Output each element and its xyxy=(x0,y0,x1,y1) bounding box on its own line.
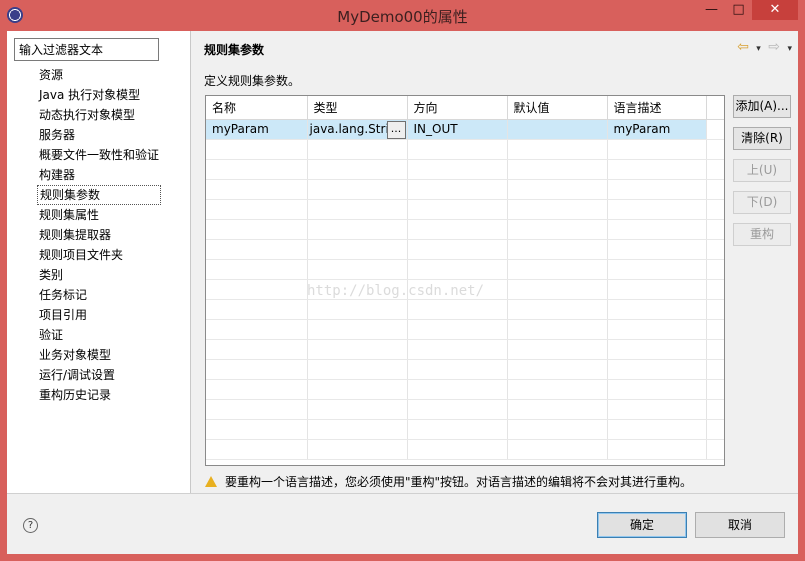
page-header: 规则集参数 ⇦ ▾ ⇨ ▾ xyxy=(192,31,798,65)
window-title: MyDemo00的属性 xyxy=(337,8,468,26)
filter-input[interactable]: 输入过滤器文本 xyxy=(14,38,159,61)
page-title: 规则集参数 xyxy=(204,43,265,57)
cell-type-text: java.lang.Strir xyxy=(309,122,394,136)
back-arrow-icon[interactable]: ⇦ xyxy=(737,39,749,55)
title-bar: MyDemo00的属性 — □ ✕ xyxy=(0,0,805,31)
cell-name[interactable]: myParam xyxy=(206,119,308,140)
page-navigation: ⇦ ▾ ⇨ ▾ xyxy=(734,39,792,55)
table-row-empty xyxy=(206,259,724,280)
sidebar-list: 资源 Java 执行对象模型 动态执行对象模型 服务器 概要文件一致性和验证 构… xyxy=(37,65,162,405)
sidebar-item-ruleset-properties[interactable]: 规则集属性 xyxy=(37,205,161,225)
table-row-empty xyxy=(206,239,724,260)
cell-type[interactable]: java.lang.Strir ... xyxy=(307,119,408,140)
help-icon[interactable]: ? xyxy=(23,518,38,533)
table-row-empty xyxy=(206,339,724,360)
table-row-empty xyxy=(206,139,724,160)
warning-text: 要重构一个语言描述，您必须使用"重构"按钮。对语言描述的编辑将不会对其进行重构。 xyxy=(225,475,693,489)
table-row[interactable]: myParam java.lang.Strir ... IN_OUT myPar… xyxy=(206,119,724,140)
page-description: 定义规则集参数。 xyxy=(204,74,301,88)
column-header-verbalization[interactable]: 语言描述 xyxy=(607,96,707,120)
browse-type-button[interactable]: ... xyxy=(386,120,406,138)
back-dropdown-icon[interactable]: ▾ xyxy=(756,44,761,54)
table-row-empty xyxy=(206,219,724,240)
table-row-empty xyxy=(206,419,724,440)
sidebar-item-resource[interactable]: 资源 xyxy=(37,65,161,85)
sidebar-item-server[interactable]: 服务器 xyxy=(37,125,161,145)
sidebar-item-java-xom[interactable]: Java 执行对象模型 xyxy=(37,85,161,105)
sidebar-item-categories[interactable]: 类别 xyxy=(37,265,161,285)
table-row-empty xyxy=(206,439,724,460)
forward-arrow-icon[interactable]: ⇨ xyxy=(768,39,780,55)
table-actions: 添加(A)... 清除(R) 上(U) 下(D) 重构 xyxy=(733,95,791,255)
table-row-empty xyxy=(206,359,724,380)
table-row-empty xyxy=(206,399,724,420)
sidebar-item-rule-project-folders[interactable]: 规则项目文件夹 xyxy=(37,245,161,265)
watermark: http://blog.csdn.net/ xyxy=(307,283,485,299)
cell-filler xyxy=(706,119,724,140)
table-row-empty xyxy=(206,299,724,320)
down-button[interactable]: 下(D) xyxy=(733,191,791,214)
sidebar-item-ruleset-extractors[interactable]: 规则集提取器 xyxy=(37,225,161,245)
add-button[interactable]: 添加(A)... xyxy=(733,95,791,118)
remove-button[interactable]: 清除(R) xyxy=(733,127,791,150)
dialog-footer: ? 确定 取消 xyxy=(7,493,798,554)
sidebar-item-builders[interactable]: 构建器 xyxy=(37,165,161,185)
cell-direction[interactable]: IN_OUT xyxy=(407,119,508,140)
properties-page: 规则集参数 ⇦ ▾ ⇨ ▾ 定义规则集参数。 名称 类型 方向 默认值 语言描述… xyxy=(192,31,798,493)
up-button[interactable]: 上(U) xyxy=(733,159,791,182)
table-row-empty xyxy=(206,319,724,340)
table-row-empty xyxy=(206,199,724,220)
refactor-warning: 要重构一个语言描述，您必须使用"重构"按钮。对语言描述的编辑将不会对其进行重构。 xyxy=(205,473,692,490)
column-header-filler xyxy=(706,96,724,120)
cancel-button[interactable]: 取消 xyxy=(695,512,785,538)
sidebar-item-validation[interactable]: 验证 xyxy=(37,325,161,345)
minimize-button[interactable]: — xyxy=(698,0,725,20)
sidebar-item-ruleset-parameters[interactable]: 规则集参数 xyxy=(37,185,162,205)
sidebar-item-dynamic-xom[interactable]: 动态执行对象模型 xyxy=(37,105,161,125)
maximize-button[interactable]: □ xyxy=(725,0,752,20)
close-button[interactable]: ✕ xyxy=(752,0,798,20)
warning-icon xyxy=(205,476,217,487)
column-header-default[interactable]: 默认值 xyxy=(507,96,608,120)
sidebar-item-run-debug-settings[interactable]: 运行/调试设置 xyxy=(37,365,161,385)
ok-button[interactable]: 确定 xyxy=(597,512,687,538)
forward-dropdown-icon[interactable]: ▾ xyxy=(787,44,792,54)
sidebar-item-bom[interactable]: 业务对象模型 xyxy=(37,345,161,365)
refactor-button[interactable]: 重构 xyxy=(733,223,791,246)
column-header-name[interactable]: 名称 xyxy=(206,96,308,120)
column-header-direction[interactable]: 方向 xyxy=(407,96,508,120)
cell-verbalization[interactable]: myParam xyxy=(607,119,707,140)
sidebar-item-project-references[interactable]: 项目引用 xyxy=(37,305,161,325)
sidebar-item-refactoring-history[interactable]: 重构历史记录 xyxy=(37,385,161,405)
table-row-empty xyxy=(206,179,724,200)
table-row-empty xyxy=(206,159,724,180)
column-header-type[interactable]: 类型 xyxy=(307,96,408,120)
parameters-table[interactable]: 名称 类型 方向 默认值 语言描述 myParam java.lang.Stri… xyxy=(205,95,725,466)
table-row-empty xyxy=(206,379,724,400)
sidebar-item-profile-compliance[interactable]: 概要文件一致性和验证 xyxy=(37,145,161,165)
sidebar-item-task-tags[interactable]: 任务标记 xyxy=(37,285,161,305)
cell-default[interactable] xyxy=(507,119,608,140)
properties-sidebar: 输入过滤器文本 资源 Java 执行对象模型 动态执行对象模型 服务器 概要文件… xyxy=(7,31,191,493)
